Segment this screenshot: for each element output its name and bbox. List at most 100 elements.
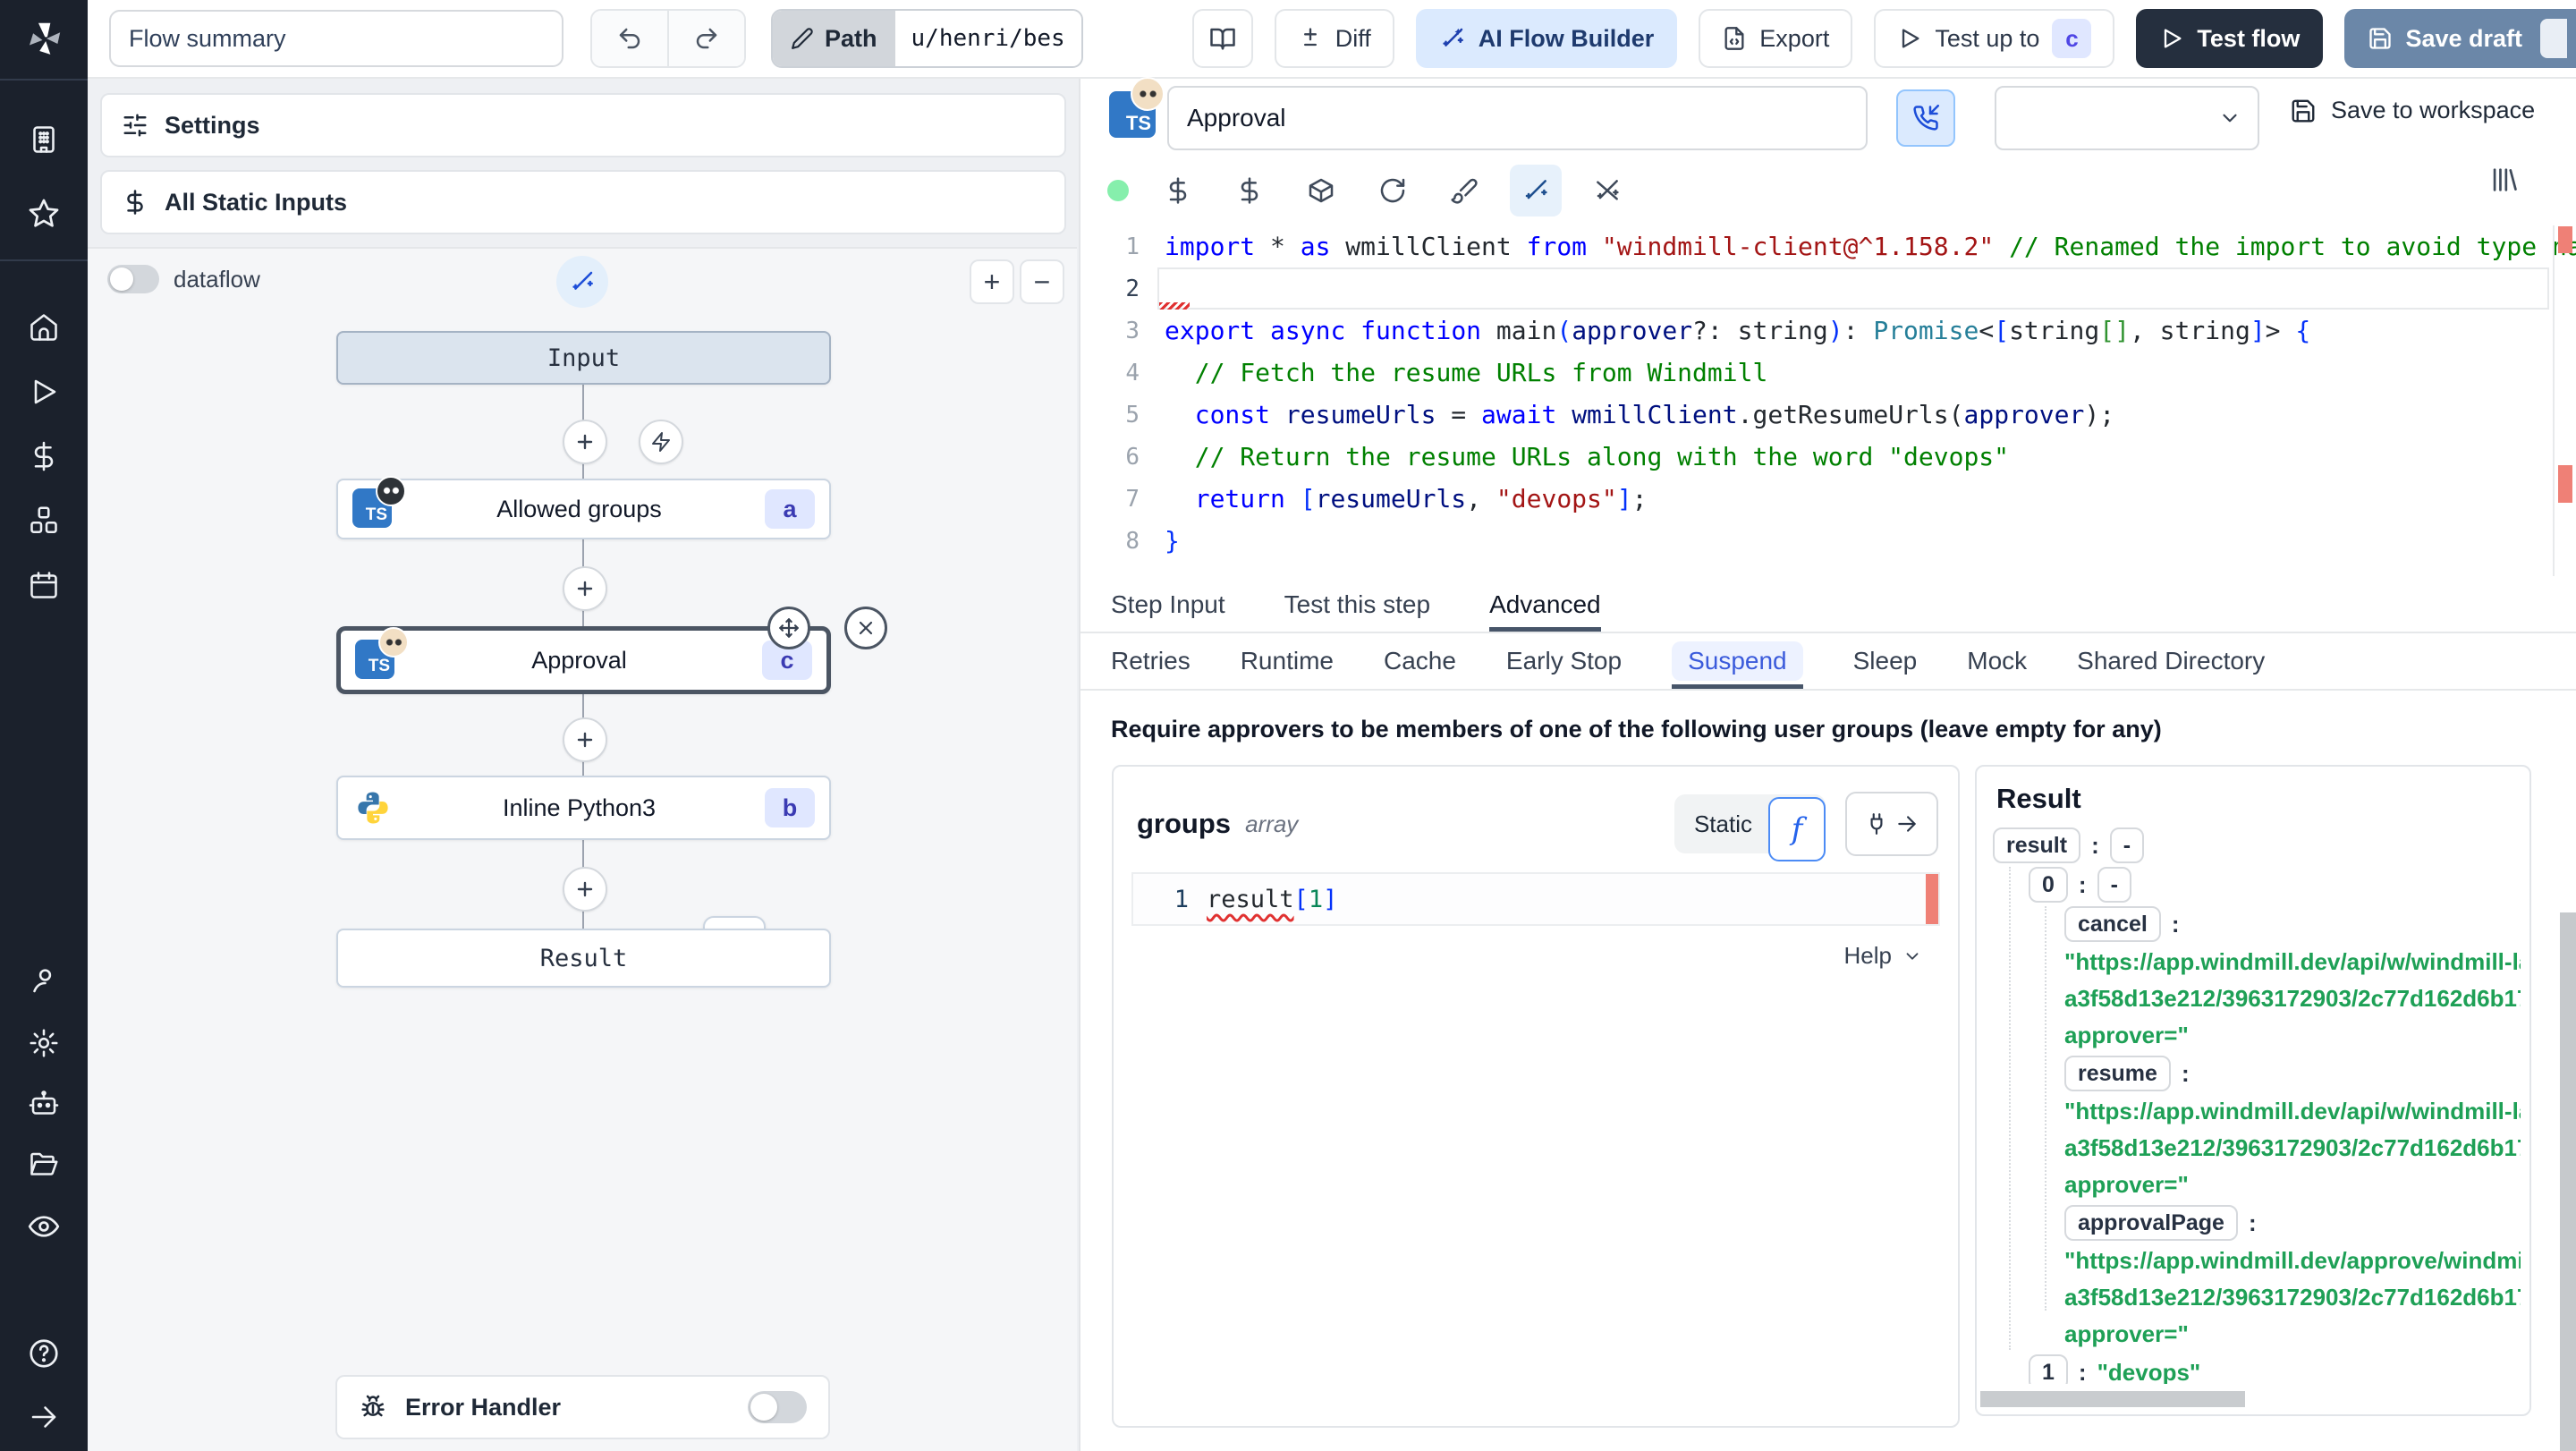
resources-button[interactable] xyxy=(1224,165,1275,216)
json-colon: : xyxy=(2181,1060,2190,1087)
add-step-button[interactable] xyxy=(563,717,607,762)
json-row: a3f58d13e212/3963172903/2c77d162d6b17395… xyxy=(1977,980,2521,1017)
json-row: a3f58d13e212/3963172903/2c77d162d6b17395… xyxy=(1977,1130,2521,1167)
function-mode-button[interactable]: f xyxy=(1768,797,1826,861)
json-key-badge[interactable]: 0 xyxy=(2029,867,2068,903)
flow-summary-input[interactable] xyxy=(109,10,564,67)
json-key-badge[interactable]: result xyxy=(1993,827,2081,863)
static-toggle[interactable]: Static f xyxy=(1674,794,1826,861)
tab-sleep[interactable]: Sleep xyxy=(1853,633,1918,689)
path-button[interactable]: Path u/henri/bes xyxy=(771,9,1083,68)
runs-play-icon[interactable] xyxy=(28,376,60,408)
code-line[interactable]: 7 return [resumeUrls, "devops"]; xyxy=(1080,478,2576,520)
help-icon[interactable] xyxy=(27,1336,61,1370)
code-line[interactable]: 5 const resumeUrls = await wmillClient.g… xyxy=(1080,394,2576,436)
docs-button[interactable] xyxy=(1191,9,1253,68)
step-name-input[interactable] xyxy=(1167,86,1868,150)
flow-node-allowed-groups[interactable]: TS Allowed groups a xyxy=(336,476,831,539)
error-handler-toggle[interactable] xyxy=(748,1391,807,1423)
tab-early-stop[interactable]: Early Stop xyxy=(1506,633,1622,689)
delete-step-button[interactable] xyxy=(844,607,887,649)
test-up-to-button[interactable]: Test up to c xyxy=(1874,9,2115,68)
tab-step-input[interactable]: Step Input xyxy=(1111,578,1225,632)
settings-gear-icon[interactable] xyxy=(28,1027,60,1059)
groups-expression-editor[interactable]: 1 result[1] xyxy=(1131,872,1940,926)
undo-button[interactable] xyxy=(592,11,669,66)
expand-sidebar-arrow-icon[interactable] xyxy=(28,1401,60,1433)
folders-icon[interactable] xyxy=(28,1149,60,1181)
tab-suspend[interactable]: Suspend xyxy=(1672,633,1803,689)
library-button[interactable] xyxy=(2488,165,2519,195)
flow-node-input[interactable]: Input xyxy=(336,331,831,385)
tab-advanced[interactable]: Advanced xyxy=(1489,578,1601,632)
help-dropdown[interactable]: Help xyxy=(1844,942,1922,970)
code-line[interactable]: 8} xyxy=(1080,520,2576,562)
schedules-calendar-icon[interactable] xyxy=(28,569,60,601)
zoom-in-button[interactable]: + xyxy=(970,259,1014,304)
variables-dollar-icon[interactable] xyxy=(28,440,60,472)
redo-button[interactable] xyxy=(669,11,744,66)
horizontal-scrollbar[interactable] xyxy=(1980,1391,2245,1407)
editor-overview-ruler xyxy=(2553,225,2555,576)
json-tree[interactable]: result: -0: - cancel: "https://app.windmill.… xyxy=(1977,826,2521,1384)
all-static-inputs-button[interactable]: All Static Inputs xyxy=(100,170,1066,234)
format-button[interactable] xyxy=(1438,165,1490,216)
error-handler-card[interactable]: Error Handler xyxy=(335,1375,830,1439)
tab-retries[interactable]: Retries xyxy=(1111,633,1191,689)
tab-runtime[interactable]: Runtime xyxy=(1241,633,1334,689)
test-flow-button[interactable]: Test flow xyxy=(2136,9,2324,68)
zoom-out-button[interactable]: − xyxy=(1020,259,1064,304)
add-step-button[interactable] xyxy=(563,566,607,611)
json-key-badge[interactable]: resume xyxy=(2064,1056,2171,1091)
flow-canvas[interactable]: dataflow + − Input TS Allowed groups a T… xyxy=(88,247,1077,1451)
move-step-button[interactable] xyxy=(767,607,810,649)
tab-cache[interactable]: Cache xyxy=(1384,633,1456,689)
code-editor[interactable]: 1 import * as wmillClient from "windmill-… xyxy=(1080,225,2576,576)
flow-node-result[interactable]: Result xyxy=(336,929,831,988)
ai-assist-button[interactable] xyxy=(1510,165,1562,216)
dataflow-toggle[interactable] xyxy=(107,265,159,293)
error-squiggle xyxy=(1159,302,1190,310)
code-line[interactable]: 3 export async function main(approver?: s… xyxy=(1080,310,2576,352)
json-key-badge[interactable]: 1 xyxy=(2029,1354,2068,1384)
flow-node-approval-selected[interactable]: TS Approval c xyxy=(336,626,831,694)
code-line[interactable]: 1 import * as wmillClient from "windmill-… xyxy=(1080,225,2576,267)
resources-boxes-icon[interactable] xyxy=(28,505,60,537)
save-draft-button[interactable]: Save draft xyxy=(2344,9,2576,68)
add-step-button[interactable] xyxy=(563,420,607,464)
ai-wand-button[interactable] xyxy=(556,256,608,308)
code-line[interactable]: 6 // Return the resume URLs along with t… xyxy=(1080,436,2576,478)
window-scrollbar[interactable] xyxy=(2560,912,2576,1451)
json-key-badge[interactable]: - xyxy=(2097,867,2131,903)
diff-button[interactable]: Diff xyxy=(1274,9,1394,68)
export-button[interactable]: Export xyxy=(1699,9,1853,68)
audit-eye-icon[interactable] xyxy=(27,1209,61,1243)
json-key-badge[interactable]: approvalPage xyxy=(2064,1205,2238,1241)
ai-assist-off-button[interactable] xyxy=(1581,165,1633,216)
flow-node-inline-python3[interactable]: Inline Python3 b xyxy=(336,776,831,840)
add-step-button[interactable] xyxy=(563,867,607,912)
add-trigger-button[interactable] xyxy=(639,420,683,464)
reload-button[interactable] xyxy=(1367,165,1419,216)
code-line[interactable]: 4 // Fetch the resume URLs from Windmill xyxy=(1080,352,2576,394)
ai-flow-builder-button[interactable]: AI Flow Builder xyxy=(1415,9,1678,68)
tab-shared-directory[interactable]: Shared Directory xyxy=(2077,633,2265,689)
json-key-badge[interactable]: - xyxy=(2109,827,2145,863)
connect-input-button[interactable] xyxy=(1845,792,1938,856)
workers-robot-icon[interactable] xyxy=(28,1088,60,1120)
tab-test-this-step[interactable]: Test this step xyxy=(1284,578,1430,632)
tab-mock[interactable]: Mock xyxy=(1967,633,2027,689)
json-key-badge[interactable]: cancel xyxy=(2064,906,2161,942)
favorites-star-icon[interactable] xyxy=(27,197,61,231)
user-icon[interactable] xyxy=(28,964,60,997)
flow-settings-button[interactable]: Settings xyxy=(100,93,1066,157)
workspace-building-icon[interactable] xyxy=(28,123,60,156)
code-line[interactable]: 2 xyxy=(1080,267,2576,310)
save-to-workspace-button[interactable]: Save to workspace xyxy=(2290,97,2535,124)
suspend-phone-button[interactable] xyxy=(1896,89,1955,147)
home-icon[interactable] xyxy=(28,311,60,344)
windmill-logo-icon[interactable] xyxy=(21,16,67,63)
variables-button[interactable] xyxy=(1152,165,1204,216)
package-button[interactable] xyxy=(1295,165,1347,216)
template-select[interactable] xyxy=(1995,86,2259,150)
